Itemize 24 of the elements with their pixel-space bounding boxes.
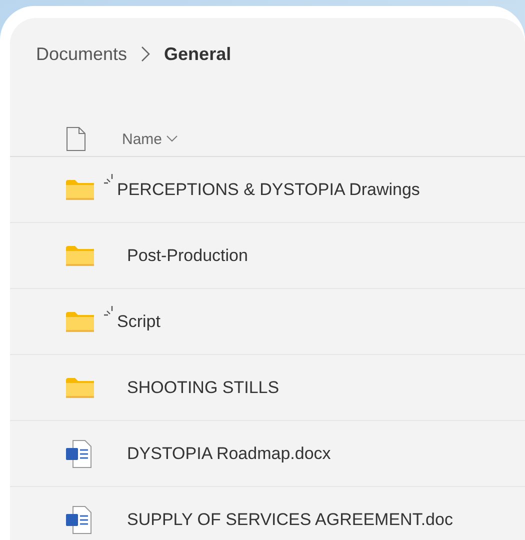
file-row[interactable]: PERCEPTIONS & DYSTOPIA Drawings — [10, 157, 525, 223]
file-name[interactable]: Post-Production — [127, 246, 248, 266]
folder-icon — [66, 378, 94, 398]
file-name[interactable]: DYSTOPIA Roadmap.docx — [127, 444, 331, 464]
file-name[interactable]: PERCEPTIONS & DYSTOPIA Drawings — [117, 180, 420, 200]
breadcrumb-current: General — [164, 44, 232, 64]
file-name[interactable]: Script — [117, 312, 160, 332]
folder-icon — [66, 180, 94, 200]
chevron-down-icon — [166, 135, 178, 143]
word-document-icon — [66, 440, 92, 468]
folder-icon — [66, 246, 94, 266]
breadcrumb-link[interactable]: Documents — [36, 44, 128, 64]
file-name[interactable]: SUPPLY OF SERVICES AGREEMENT.doc — [127, 510, 453, 530]
file-row[interactable]: SHOOTING STILLS — [10, 355, 525, 421]
word-document-icon — [66, 506, 92, 534]
file-row[interactable]: Post-Production — [10, 223, 525, 289]
file-row[interactable]: Script — [10, 289, 525, 355]
file-name[interactable]: SHOOTING STILLS — [127, 378, 280, 398]
file-row[interactable]: DYSTOPIA Roadmap.docx — [10, 421, 525, 487]
file-type-icon — [66, 127, 86, 151]
chevron-right-icon — [141, 46, 150, 62]
folder-icon — [66, 312, 94, 332]
name-sort-button[interactable]: Name — [122, 130, 178, 148]
file-row[interactable]: SUPPLY OF SERVICES AGREEMENT.doc — [10, 487, 525, 540]
